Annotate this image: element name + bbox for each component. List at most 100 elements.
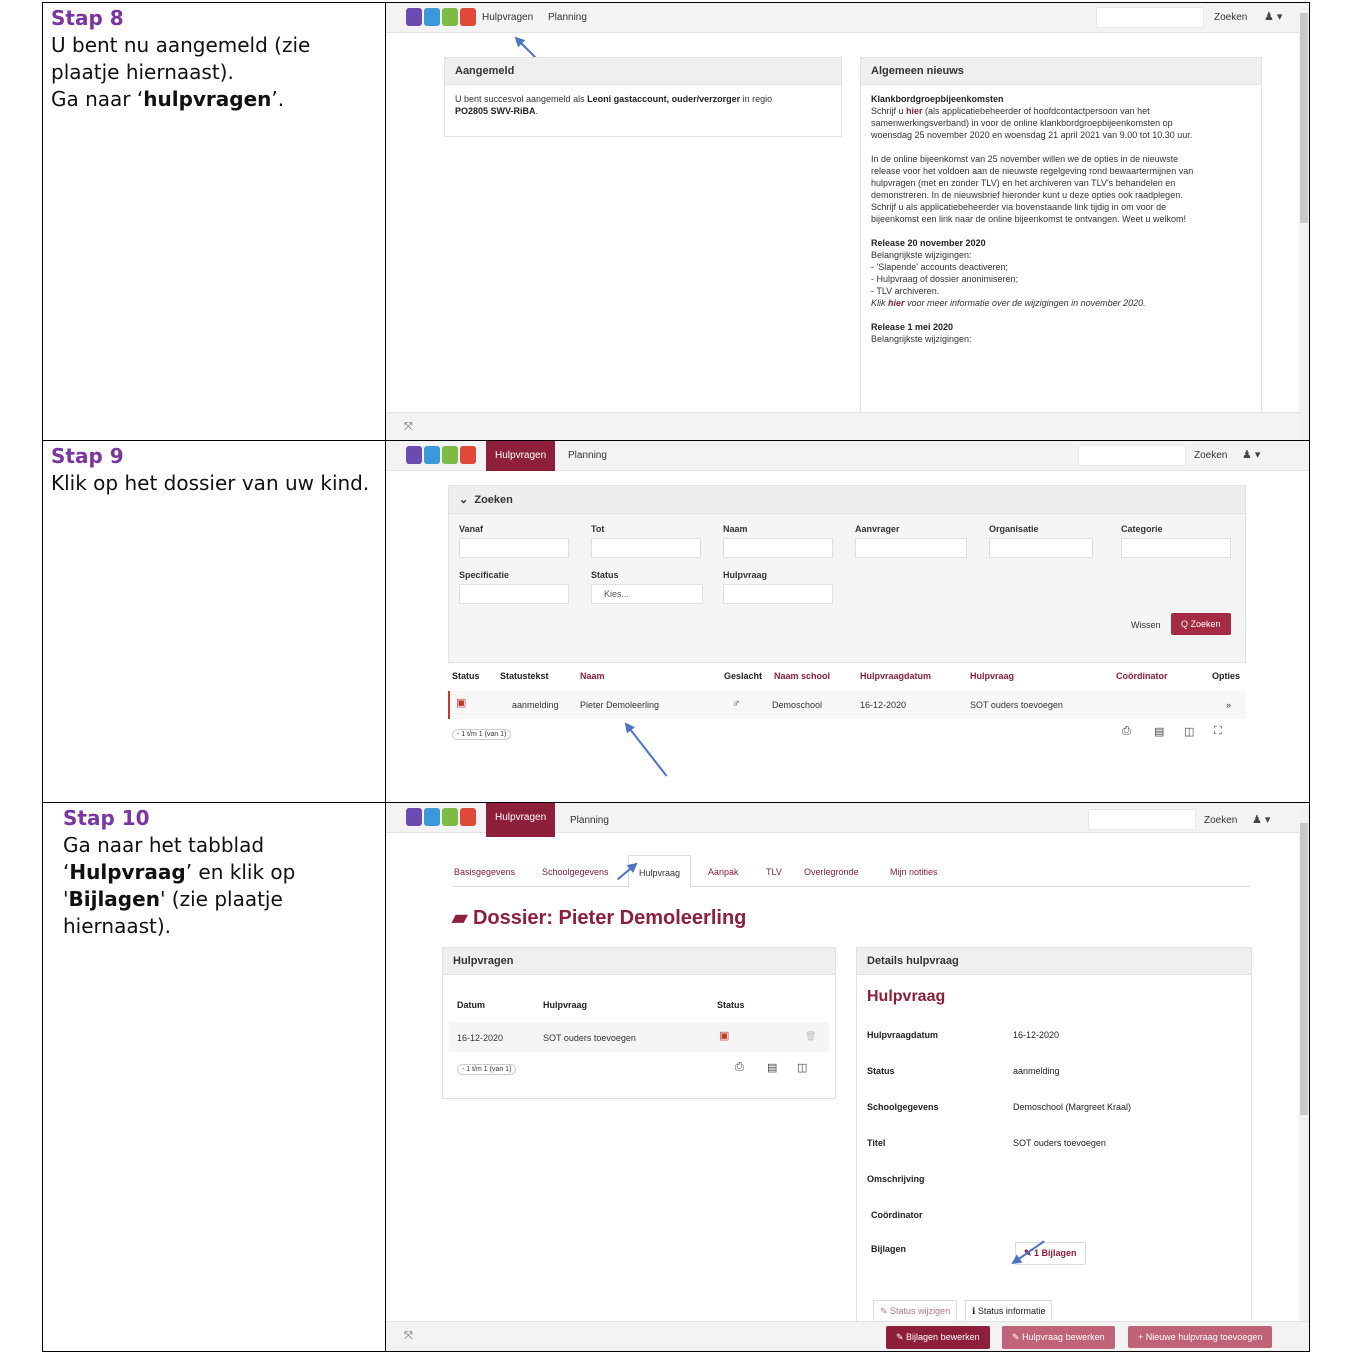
print-icon[interactable]: ⎙	[735, 1061, 744, 1074]
user-menu-icon[interactable]: ♟ ▾	[1264, 10, 1282, 23]
dossier-title: Dossier: Pieter Demoleerling	[472, 907, 747, 929]
scrollbar-thumb[interactable]	[1300, 13, 1308, 223]
col-datum: Datum	[457, 1000, 486, 1010]
pager[interactable]: - 1 t/m 1 (van 1)	[457, 1064, 517, 1075]
search-button[interactable]: Zoeken	[1194, 450, 1227, 461]
details-title: Details hulpvraag	[857, 948, 1251, 975]
columns-icon[interactable]: ◫	[797, 1061, 807, 1074]
nieuws-panel: Algemeen nieuws Klankbordgroepbijeenkoms…	[860, 57, 1262, 417]
expand-icon[interactable]: ⤧	[404, 1330, 413, 1343]
nav-planning[interactable]: Planning	[570, 815, 609, 826]
search-button[interactable]: Zoeken	[1204, 815, 1237, 826]
kb-hier-link[interactable]: hier	[906, 106, 923, 116]
pointer-arrow-icon	[625, 723, 668, 777]
nav-planning[interactable]: Planning	[568, 450, 607, 461]
book-icon: ▰	[452, 907, 468, 929]
scrollbar[interactable]	[1299, 807, 1309, 1323]
bijlagen-bewerken-button[interactable]: ✎ Bijlagen bewerken	[886, 1326, 990, 1349]
detail-value-titel: SOT ouders toevoegen	[1013, 1138, 1106, 1148]
search-input[interactable]	[1088, 809, 1196, 830]
app-logo	[406, 8, 476, 26]
tab-mijn-notities[interactable]: Mijn notities	[890, 867, 938, 877]
tab-overlegronde[interactable]: Overlegronde	[804, 867, 859, 877]
step-8-line-1: U bent nu aangemeld (zie	[51, 33, 311, 57]
excel-icon[interactable]: ▤	[1154, 725, 1164, 738]
hulpvraag-input[interactable]	[723, 584, 833, 604]
status-wijzigen-tab[interactable]: ✎ Status wijzigen	[873, 1300, 958, 1323]
naam-input[interactable]	[723, 538, 833, 558]
scrollbar-thumb[interactable]	[1300, 823, 1308, 1115]
tab-tlv[interactable]: TLV	[766, 867, 782, 877]
categorie-input[interactable]	[1121, 538, 1231, 558]
nav-planning[interactable]: Planning	[548, 12, 587, 23]
col-hulpvraagdatum[interactable]: Hulpvraagdatum	[860, 671, 931, 681]
nav-hulpvragen[interactable]: Hulpvragen	[482, 12, 533, 23]
user-menu-icon[interactable]: ♟ ▾	[1252, 813, 1270, 826]
columns-icon[interactable]: ◫	[1184, 725, 1194, 738]
instruction-document: Stap 8 U bent nu aangemeld (zie plaatje …	[0, 0, 1350, 1352]
pager[interactable]: - 1 t/m 1 (van 1)	[452, 729, 512, 740]
tab-aanpak[interactable]: Aanpak	[708, 867, 739, 877]
aangemeld-user: Leoni gastaccount, ouder/verzorger	[587, 94, 741, 104]
search-button[interactable]: Zoeken	[1214, 12, 1247, 23]
release-1-line-3: - Hulpvraag of dossier anonimiseren;	[871, 274, 1019, 284]
status-select[interactable]: Kies...	[591, 584, 703, 604]
specificatie-input[interactable]	[459, 584, 569, 604]
col-status: Status	[452, 671, 480, 681]
scrollbar[interactable]	[1299, 3, 1309, 440]
aangemeld-end: .	[535, 106, 539, 116]
col-hulpvraag[interactable]: Hulpvraag	[970, 671, 1014, 681]
detail-value-datum: 16-12-2020	[1013, 1030, 1060, 1040]
row-opties-icon[interactable]: »	[1226, 700, 1231, 710]
step-8-line-3a: Ga naar ‘	[51, 87, 144, 111]
screenshot-step-10: Hulpvragen Planning Zoeken ♟ ▾ Basisgege…	[386, 803, 1309, 1351]
vanaf-input[interactable]	[459, 538, 569, 558]
step-8-heading: Stap 8	[51, 6, 124, 30]
p2-line-4: demonstreren. In de nieuwsbrief hieronde…	[871, 190, 1183, 200]
p2-line-2: release voor het voldoen aan de nieuwste…	[871, 166, 1194, 176]
tab-schoolgegevens[interactable]: Schoolgegevens	[542, 867, 609, 877]
step-10-line-2: ’ en klik op	[185, 860, 296, 884]
tab-basisgegevens[interactable]: Basisgegevens	[454, 867, 515, 877]
print-icon[interactable]: ⎙	[1122, 725, 1131, 738]
detail-key-bijlagen: Bijlagen	[871, 1244, 907, 1254]
aanvrager-input[interactable]	[855, 538, 967, 558]
col-coordinator[interactable]: Coördinator	[1116, 671, 1168, 681]
nieuwe-hulpvraag-button[interactable]: + Nieuwe hulpvraag toevoegen	[1128, 1326, 1273, 1348]
nav-hulpvragen[interactable]: Hulpvragen	[486, 441, 556, 471]
p2-line-6: bijeenkomst een link naar de online bije…	[871, 214, 1187, 224]
tab-hulpvraag[interactable]: Hulpvraag	[628, 855, 692, 888]
p2-line-5: Schrijf u als applicatiebeheerder via bo…	[871, 202, 1167, 212]
detail-value-school: Demoschool (Margreet Kraal)	[1013, 1102, 1132, 1112]
kb-line-3: woensdag 25 november 2020 en woensdag 21…	[871, 130, 1193, 140]
release-1-hier-link[interactable]: hier	[888, 298, 905, 308]
wissen-button[interactable]: Wissen	[1131, 620, 1161, 630]
tot-input[interactable]	[591, 538, 701, 558]
status-informatie-tab[interactable]: ℹ Status informatie	[965, 1300, 1053, 1323]
expand-icon[interactable]: ⤧	[404, 421, 413, 434]
nav-hulpvragen[interactable]: Hulpvragen	[486, 803, 556, 837]
user-menu-icon[interactable]: ♟ ▾	[1242, 448, 1260, 461]
field-label-hulpvraag: Hulpvraag	[723, 570, 768, 580]
trash-icon[interactable]: 🗑	[805, 1031, 816, 1042]
step-10-text: Stap 10 Ga naar het tabblad ‘Hulpvraag’ …	[43, 803, 386, 1351]
organisatie-input[interactable]	[989, 538, 1093, 558]
zoeken-submit-button[interactable]: Q Zoeken	[1171, 613, 1231, 635]
search-input[interactable]	[1078, 445, 1186, 466]
search-input[interactable]	[1096, 7, 1204, 28]
fullscreen-icon[interactable]: ⛶	[1214, 725, 1222, 738]
zoeken-header[interactable]: ⌄ Zoeken	[449, 486, 1245, 514]
hulpvraag-bewerken-button[interactable]: ✎ Hulpvraag bewerken	[1002, 1326, 1115, 1349]
excel-icon[interactable]: ▤	[767, 1061, 777, 1074]
col-naam-school[interactable]: Naam school	[774, 671, 830, 681]
row-naam[interactable]: Pieter Demoleerling	[580, 700, 659, 710]
dossier-heading: ▰ Dossier: Pieter Demoleerling	[452, 905, 746, 930]
step-9-text: Stap 9 Klik op het dossier van uw kind.	[43, 441, 386, 802]
step-10-bold-1: Hulpvraag	[69, 860, 186, 884]
top-navbar: Hulpvragen Planning Zoeken ♟ ▾	[386, 441, 1309, 471]
col-naam[interactable]: Naam	[580, 671, 605, 681]
table-row[interactable]	[448, 691, 1246, 719]
table-row[interactable]	[449, 1022, 829, 1052]
row-hulpvraag: SOT ouders toevoegen	[543, 1033, 636, 1043]
step-9-heading: Stap 9	[51, 444, 124, 468]
